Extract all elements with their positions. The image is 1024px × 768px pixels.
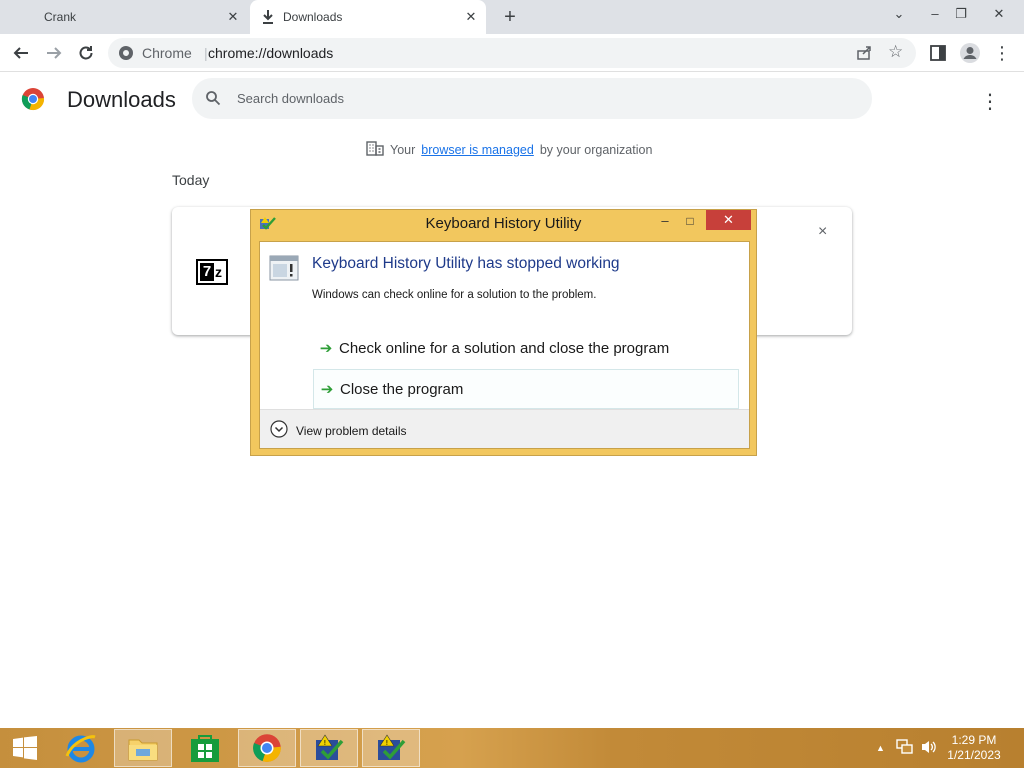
profile-avatar-icon[interactable] xyxy=(958,41,982,65)
green-arrow-icon: ➔ xyxy=(319,340,333,357)
check-online-option[interactable]: ➔ Check online for a solution and close … xyxy=(313,328,739,368)
dialog-subtext: Windows can check online for a solution … xyxy=(312,289,597,301)
chrome-logo-icon xyxy=(21,87,45,116)
error-dialog: Keyboard History Utility – □ ✕ Keyboard … xyxy=(250,209,757,456)
tab-close-icon[interactable]: ✕ xyxy=(226,10,240,24)
new-tab-button[interactable]: + xyxy=(500,7,520,27)
dialog-minimize-button[interactable]: – xyxy=(654,211,676,231)
windows-start-button[interactable] xyxy=(0,729,50,767)
url-text[interactable]: chrome://downloads xyxy=(208,45,333,61)
taskbar: ! ! ▲ 1:29 PM 1/21/2023 xyxy=(0,728,1024,768)
search-icon xyxy=(205,90,221,111)
close-program-option[interactable]: ➔ Close the program xyxy=(313,369,739,409)
dialog-body: Keyboard History Utility has stopped wor… xyxy=(259,241,750,449)
dialog-maximize-button[interactable]: □ xyxy=(679,211,701,231)
dialog-close-button[interactable]: ✕ xyxy=(706,210,751,230)
internet-explorer-icon[interactable] xyxy=(52,729,110,767)
tab-title: Downloads xyxy=(283,10,343,24)
site-chip-label: Chrome xyxy=(142,45,192,61)
file-explorer-icon[interactable] xyxy=(114,729,172,767)
7zip-file-icon: 7 z xyxy=(196,259,228,285)
chrome-taskbar-icon[interactable] xyxy=(238,729,296,767)
keyboard-history-utility-taskbar-icon[interactable]: ! xyxy=(300,729,358,767)
chrome-menu-icon[interactable]: ⋮ xyxy=(990,41,1014,65)
green-arrow-icon: ➔ xyxy=(320,381,334,398)
volume-icon[interactable] xyxy=(920,739,938,758)
svg-text:!: ! xyxy=(386,739,389,747)
remove-download-icon[interactable]: × xyxy=(818,223,827,241)
tab-title: Crank xyxy=(44,10,77,24)
clock-date: 1/21/2023 xyxy=(947,748,1001,762)
managed-prefix: Your xyxy=(390,142,416,157)
chrome-site-icon xyxy=(118,45,134,66)
address-bar[interactable]: Chrome | chrome://downloads ☆ xyxy=(108,38,916,68)
download-icon xyxy=(261,9,275,28)
tab-strip: Crank ✕ Downloads ✕ + ⌄ – ❐ ✕ xyxy=(0,0,1024,34)
tab-close-icon[interactable]: ✕ xyxy=(464,10,478,24)
7zip-icon-seven: 7 xyxy=(200,263,214,281)
7zip-icon-z: z xyxy=(215,264,222,280)
dialog-footer: View problem details xyxy=(260,409,749,448)
windows-store-icon[interactable] xyxy=(176,729,234,767)
forward-button[interactable] xyxy=(42,41,66,65)
search-placeholder: Search downloads xyxy=(237,91,344,106)
managed-notice: Your browser is managed by your organiza… xyxy=(366,140,652,159)
stopped-program-icon xyxy=(269,255,299,286)
bookmark-star-icon[interactable]: ☆ xyxy=(888,42,903,62)
side-panel-icon[interactable] xyxy=(926,41,950,65)
chevron-down-circle-icon xyxy=(270,420,288,441)
view-details-label: View problem details xyxy=(296,423,407,438)
date-section-label: Today xyxy=(172,172,210,188)
page-menu-icon[interactable]: ⋮ xyxy=(980,89,1000,114)
reload-button[interactable] xyxy=(74,41,98,65)
tab-search-icon[interactable]: ⌄ xyxy=(884,4,914,24)
option-label: Close the program xyxy=(340,380,464,398)
system-clock[interactable]: 1:29 PM 1/21/2023 xyxy=(944,733,1004,763)
restore-button[interactable]: ❐ xyxy=(946,4,976,24)
browser-managed-link[interactable]: browser is managed xyxy=(421,143,534,157)
tab-crank[interactable]: Crank ✕ xyxy=(0,0,248,34)
page-title: Downloads xyxy=(67,87,176,112)
svg-text:!: ! xyxy=(324,739,327,747)
share-icon[interactable] xyxy=(856,44,873,66)
building-icon xyxy=(366,140,384,159)
tab-downloads[interactable]: Downloads ✕ xyxy=(250,0,486,34)
show-hidden-icons-chevron[interactable]: ▲ xyxy=(876,743,885,753)
option-label: Check online for a solution and close th… xyxy=(339,339,670,357)
view-details-toggle[interactable]: View problem details xyxy=(270,420,407,441)
keyboard-history-utility-taskbar-icon-2[interactable]: ! xyxy=(362,729,420,767)
managed-suffix: by your organization xyxy=(539,142,653,157)
clock-time: 1:29 PM xyxy=(951,733,997,747)
close-window-button[interactable]: ✕ xyxy=(984,4,1014,24)
search-downloads-field[interactable]: Search downloads xyxy=(192,78,872,119)
network-icon[interactable] xyxy=(896,739,914,758)
back-button[interactable] xyxy=(9,41,33,65)
browser-toolbar: Chrome | chrome://downloads ☆ ⋮ xyxy=(0,34,1024,72)
dialog-heading: Keyboard History Utility has stopped wor… xyxy=(312,255,620,272)
